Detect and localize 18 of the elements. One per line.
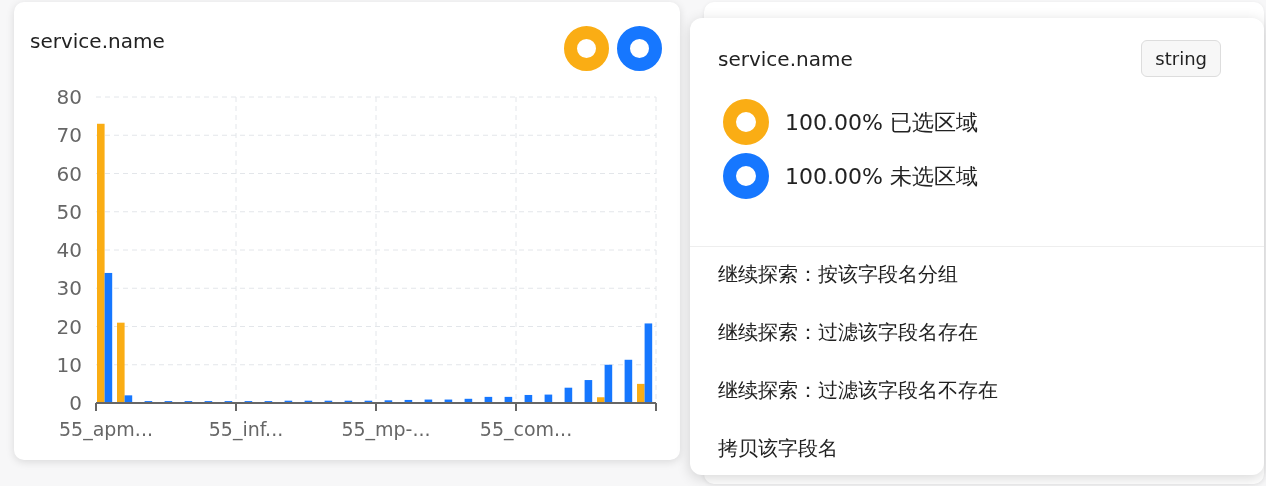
y-tick-label: 20 [56,314,82,339]
x-tick-label: 55_apm... [59,418,153,440]
field-name: service.name [718,45,853,73]
y-tick-label: 70 [56,123,82,148]
x-tick-label: 55_mp-... [341,418,431,440]
y-tick-label: 40 [56,238,82,262]
y-tick-label: 80 [56,85,82,109]
x-tick-label: 55_inf... [208,418,284,440]
percentage-text: 100.00% 未选区域 [785,162,978,191]
card-title: service.name [30,28,165,55]
y-tick-label: 0 [69,391,82,415]
y-tick-label: 50 [56,199,82,224]
x-tick-label: 55_com... [479,418,573,440]
y-tick-label: 10 [56,352,82,377]
y-tick-label: 60 [56,161,82,186]
type-tag: string [1141,40,1221,77]
y-tick-label: 30 [56,276,82,301]
percentage-text: 100.00% 已选区域 [785,108,978,137]
